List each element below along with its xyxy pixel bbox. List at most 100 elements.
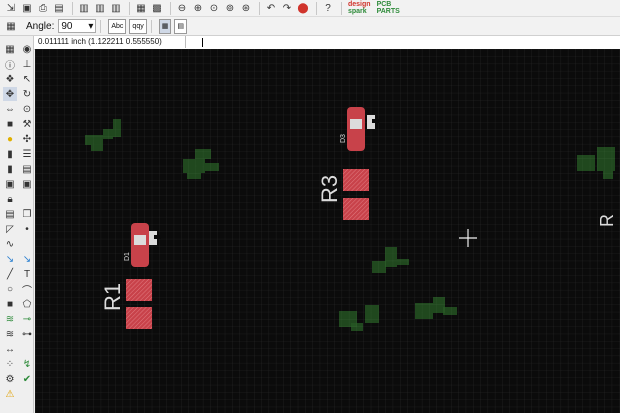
stack-icon[interactable]: ≋ — [3, 327, 17, 341]
blank2-icon — [20, 237, 34, 251]
components-icon[interactable]: ❖ — [3, 72, 17, 86]
mirror-icon[interactable]: ⇔ — [3, 102, 17, 116]
grid-icon[interactable]: ▦ — [3, 42, 17, 56]
r1-label: R1 — [100, 283, 125, 311]
blank-icon — [20, 192, 34, 206]
pad-hatch — [343, 169, 369, 191]
zoom-fit-icon[interactable]: ⊚ — [223, 2, 237, 15]
layers-icon[interactable]: ≋ — [3, 312, 17, 326]
logo-line1: design — [348, 1, 371, 8]
undo-icon[interactable]: ↶ — [264, 2, 278, 15]
zoom-in-icon[interactable]: ⊕ — [191, 2, 205, 15]
layers-alt2-icon[interactable]: ▥ — [109, 2, 123, 15]
line-icon[interactable]: ╱ — [3, 267, 17, 281]
shape-icon[interactable]: ◸ — [3, 222, 17, 236]
layers-icon[interactable]: ▥ — [77, 2, 91, 15]
tool-palette: ▦ ◉ ⓘ ⊥ ❖ ↖ ✥ ↻ ⇔ ⊙ ■ ⚒ ● ✣ ▮ ☰ ▮ ▤ ▣ ▣ … — [0, 36, 34, 413]
settings-icon[interactable]: ⚙ — [3, 372, 17, 386]
via-icon[interactable]: ⊶ — [20, 327, 34, 341]
secondary-toolbar: ▦ Angle: 90 ▾ Abc qqy ▦ ▤ — [0, 17, 620, 36]
designspark-logo[interactable]: design spark — [348, 1, 371, 15]
copy-icon[interactable]: ❐ — [20, 207, 34, 221]
warning-icon[interactable]: ⚠ — [3, 387, 17, 401]
board-icon[interactable]: ▦ — [134, 2, 148, 15]
pad-hatch — [343, 198, 369, 220]
redo-icon[interactable]: ↷ — [280, 2, 294, 15]
angle-value: 90 — [61, 20, 73, 32]
text-icon[interactable]: T — [20, 267, 34, 281]
mirror-mode-button[interactable]: qqy — [129, 18, 147, 34]
pcb-parts-button[interactable]: PCB PARTS — [377, 1, 400, 15]
angle-label: Angle: — [26, 20, 55, 32]
coordinate-bar: 0.011111 inch (1.122211 0.555550) — [34, 36, 620, 50]
command-input[interactable] — [202, 38, 203, 47]
view-mode-button-2[interactable]: ▤ — [174, 18, 187, 34]
stop-icon[interactable]: ⬤ — [296, 2, 310, 15]
select-icon[interactable]: ✥ — [3, 87, 17, 101]
pad-hatch — [126, 307, 152, 329]
wrench-icon[interactable]: ⚒ — [20, 117, 34, 131]
silk — [134, 235, 146, 245]
arrow-icon[interactable]: ↖ — [20, 72, 34, 86]
grid-icon[interactable]: ▩ — [150, 2, 164, 15]
pcb-sub-label: PARTS — [376, 8, 400, 15]
grid-background — [35, 49, 620, 413]
logo-line2: spark — [348, 8, 367, 15]
eye-icon[interactable]: ◉ — [20, 42, 34, 56]
angle-select[interactable]: 90 ▾ — [58, 19, 97, 33]
grid-select-icon[interactable]: ▦ — [4, 20, 18, 33]
rotate-icon[interactable]: ↻ — [20, 87, 34, 101]
pcb-canvas[interactable]: R1 R3 D1 D3 R — [35, 49, 620, 413]
coordinate-readout: 0.011111 inch (1.122211 0.555550) — [36, 36, 186, 48]
check-icon[interactable]: ✔ — [20, 372, 34, 386]
open-icon[interactable]: ⇲ — [4, 2, 18, 15]
d1-label: D1 — [124, 252, 131, 261]
info-icon[interactable]: ⓘ — [3, 57, 17, 72]
bin-icon[interactable]: ▮ — [3, 162, 17, 176]
target-icon[interactable]: ⊙ — [20, 102, 34, 116]
route-icon[interactable]: ↘ — [3, 252, 17, 266]
save-icon[interactable]: ▣ — [20, 2, 34, 15]
silk — [350, 119, 362, 129]
bulb-icon[interactable]: ● — [3, 132, 17, 146]
rectangle-icon[interactable]: ■ — [3, 117, 17, 131]
connect-icon[interactable]: ⊸ — [20, 312, 34, 326]
wave-icon[interactable]: ∿ — [3, 237, 17, 251]
table-icon[interactable]: ▤ — [20, 162, 34, 176]
r3-label: R3 — [317, 175, 342, 203]
circle-icon[interactable]: ○ — [3, 282, 17, 296]
text-block-icon[interactable]: ▤ — [3, 207, 17, 221]
print-icon[interactable]: ⎙ — [36, 2, 50, 15]
zoom-area-icon[interactable]: ⊙ — [207, 2, 221, 15]
blank3-icon — [20, 342, 34, 356]
fill-icon[interactable]: ■ — [3, 297, 17, 311]
offscreen-label: R — [597, 214, 617, 227]
chip-icon[interactable]: ▣ — [3, 177, 17, 191]
delete-icon[interactable]: ▮ — [3, 147, 17, 161]
zoom-out-icon[interactable]: ⊖ — [175, 2, 189, 15]
list-icon[interactable]: ☰ — [20, 147, 34, 161]
arc-icon[interactable]: ⌒ — [20, 282, 34, 297]
dot-icon[interactable]: • — [20, 222, 34, 236]
pin-icon[interactable]: ⊥ — [20, 57, 34, 71]
text-mode-button[interactable]: Abc — [108, 18, 127, 34]
zoom-selection-icon[interactable]: ⊛ — [239, 2, 253, 15]
pcb-label: PCB — [376, 1, 392, 8]
route-alt-icon[interactable]: ↘ — [20, 252, 34, 266]
pad-hatch — [126, 279, 152, 301]
autoroute-icon[interactable]: ↯ — [20, 357, 34, 371]
move-icon[interactable]: ✣ — [20, 132, 34, 146]
help-icon[interactable]: ? — [321, 2, 335, 15]
pattern-icon[interactable]: ⁘ — [3, 357, 17, 371]
silk-gap — [154, 235, 161, 239]
lock-icon[interactable]: 🔒︎ — [3, 192, 17, 206]
polygon-icon[interactable]: ⬠ — [20, 297, 34, 311]
pcb-drawing: R1 R3 D1 D3 R — [35, 49, 620, 413]
view-mode-button-1[interactable]: ▦ — [158, 18, 172, 34]
chip-alt-icon[interactable]: ▣ — [20, 177, 34, 191]
layers-alt-icon[interactable]: ▥ — [93, 2, 107, 15]
dimension-icon[interactable]: ↔ — [3, 342, 17, 356]
chevron-down-icon: ▾ — [88, 20, 94, 32]
export-icon[interactable]: ▤ — [52, 2, 66, 15]
main-toolbar: ⇲ ▣ ⎙ ▤ ▥ ▥ ▥ ▦ ▩ ⊖ ⊕ ⊙ ⊚ ⊛ ↶ ↷ ⬤ ? desi… — [0, 0, 620, 17]
